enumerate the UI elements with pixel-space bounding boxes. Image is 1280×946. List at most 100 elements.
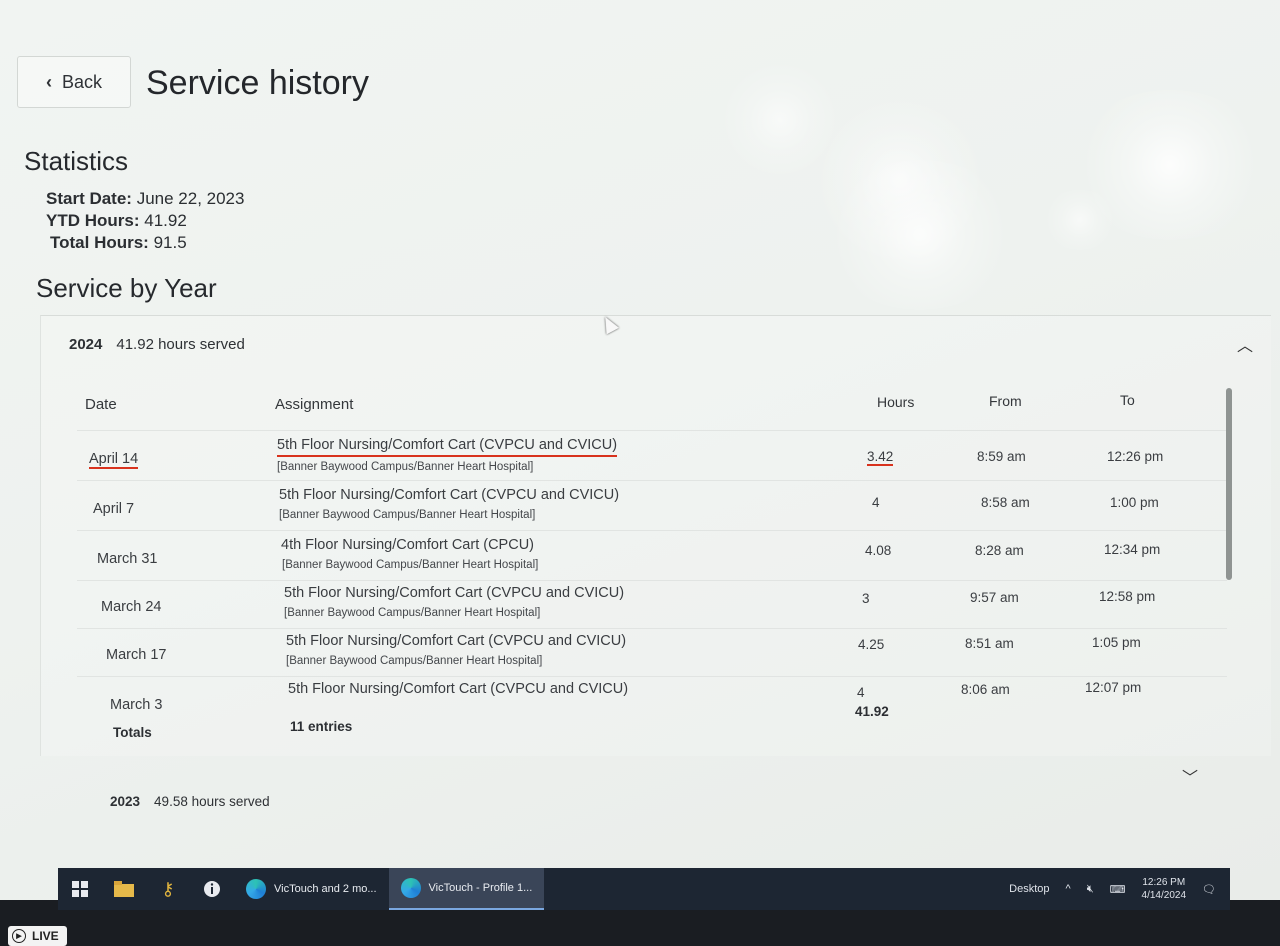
row-hours: 4 [857, 685, 865, 700]
chevron-left-icon: ‹ [45, 71, 52, 92]
info-icon[interactable] [190, 868, 234, 910]
row-to: 1:05 pm [1092, 635, 1141, 650]
row-from: 8:51 am [965, 636, 1014, 651]
column-header-hours[interactable]: Hours [877, 394, 914, 410]
row-hours: 3.42 [867, 449, 894, 466]
year-summary: 49.58 hours served [154, 794, 270, 809]
row-hours: 4.08 [865, 543, 892, 558]
chevron-up-icon[interactable]: ^ [1066, 883, 1071, 895]
column-header-assignment[interactable]: Assignment [275, 396, 353, 413]
table-row[interactable]: April 14 5th Floor Nursing/Comfort Cart … [77, 430, 1227, 479]
speaker-muted-icon[interactable]: 🔇︎ [1087, 883, 1094, 896]
desktop-toolbar-label[interactable]: Desktop [1009, 883, 1049, 895]
row-assignment: 5th Floor Nursing/Comfort Cart (CVPCU an… [288, 681, 629, 697]
clock-time: 12:26 PM [1142, 877, 1186, 888]
row-assignment: 4th Floor Nursing/Comfort Cart (CPCU) [281, 537, 534, 553]
screen-glare [810, 100, 990, 260]
column-header-to[interactable]: To [1120, 392, 1135, 408]
row-assignment: 5th Floor Nursing/Comfort Cart (CVPCU an… [284, 585, 625, 601]
total-hours-label: Total Hours: [50, 233, 149, 252]
live-play-icon: ▶ [12, 929, 26, 943]
taskbar-app-label: VicTouch and 2 mo... [274, 883, 377, 895]
row-hours: 3 [862, 591, 870, 606]
row-from: 9:57 am [970, 590, 1019, 605]
row-to: 12:58 pm [1099, 589, 1156, 604]
chevron-up-icon[interactable]: ︿ [1237, 332, 1253, 356]
app-screen: ‹ Back Service history Statistics Start … [0, 0, 1280, 900]
page-title: Service history [146, 64, 369, 102]
row-from: 8:59 am [977, 449, 1026, 464]
row-date: April 14 [89, 451, 139, 469]
start-date-label: Start Date: [46, 189, 132, 208]
screen-glare [1040, 190, 1120, 250]
taskbar-app-victouch-profile[interactable]: VicTouch - Profile 1... [388, 868, 545, 910]
totals-label: Totals [113, 725, 152, 740]
row-date: March 24 [101, 599, 162, 615]
row-date: March 3 [110, 697, 163, 713]
table-row[interactable]: March 17 5th Floor Nursing/Comfort Cart … [77, 628, 1227, 677]
row-location: [Banner Baywood Campus/Banner Heart Hosp… [282, 559, 539, 571]
key-icon[interactable]: ⚷ [146, 868, 190, 910]
table-row[interactable]: April 7 5th Floor Nursing/Comfort Cart (… [77, 480, 1227, 529]
table-row[interactable]: March 24 5th Floor Nursing/Comfort Cart … [77, 580, 1227, 629]
row-date: March 31 [97, 551, 158, 567]
clock-date: 4/14/2024 [1141, 890, 1187, 901]
screen-glare [720, 60, 840, 180]
year-label: 2024 [69, 336, 103, 353]
year-header-2024[interactable]: 2024 41.92 hours served [69, 336, 245, 353]
column-header-date[interactable]: Date [85, 396, 117, 413]
statistics-block: Start Date: June 22, 2023 YTD Hours: 41.… [46, 188, 244, 254]
statistics-heading: Statistics [24, 146, 129, 176]
windows-start-icon[interactable] [58, 868, 102, 910]
edge-browser-icon [400, 878, 421, 898]
row-from: 8:28 am [975, 543, 1024, 558]
file-explorer-icon[interactable] [102, 868, 146, 910]
year-label: 2023 [110, 794, 141, 809]
year-header-2023[interactable]: 2023 49.58 hours served [110, 794, 270, 809]
row-assignment: 5th Floor Nursing/Comfort Cart (CVPCU an… [279, 487, 620, 503]
totals-entries: 11 entries [290, 719, 353, 734]
row-hours: 4 [872, 495, 880, 510]
year-panel-2024: 2024 41.92 hours served ︿ Date Assignment… [40, 315, 1271, 756]
total-hours-value: 91.5 [153, 233, 187, 252]
start-date-line: Start Date: June 22, 2023 [46, 188, 244, 210]
notifications-icon[interactable]: 🗨︎ [1202, 883, 1216, 896]
taskbar: ⚷ VicTouch and 2 mo... VicTouch - Profil… [58, 868, 1230, 910]
ytd-hours-line: YTD Hours: 41.92 [46, 210, 244, 232]
system-clock[interactable]: 12:26 PM 4/14/2024 [1142, 876, 1187, 902]
row-date: April 7 [93, 501, 135, 517]
back-button-label: Back [61, 71, 103, 92]
row-to: 12:07 pm [1085, 680, 1142, 695]
row-date: March 17 [106, 647, 167, 663]
taskbar-app-victouch[interactable]: VicTouch and 2 mo... [234, 868, 389, 910]
row-assignment: 5th Floor Nursing/Comfort Cart (CVPCU an… [286, 633, 627, 649]
row-to: 12:26 pm [1107, 449, 1164, 464]
table-row[interactable]: March 3 5th Floor Nursing/Comfort Cart (… [77, 676, 1227, 713]
taskbar-app-label: VicTouch - Profile 1... [428, 882, 533, 894]
live-photo-badge: ▶ LIVE [8, 926, 67, 946]
screen-glare [820, 160, 1020, 310]
row-from: 8:58 am [981, 495, 1030, 510]
row-assignment: 5th Floor Nursing/Comfort Cart (CVPCU an… [277, 437, 618, 457]
table-row[interactable]: March 31 4th Floor Nursing/Comfort Cart … [77, 530, 1227, 579]
row-to: 12:34 pm [1104, 542, 1161, 557]
start-date-value: June 22, 2023 [136, 189, 245, 208]
screen-glare [1070, 90, 1270, 240]
table-scrollbar[interactable] [1226, 388, 1232, 580]
row-from: 8:06 am [961, 682, 1010, 697]
ytd-hours-label: YTD Hours: [46, 211, 140, 230]
row-location: [Banner Baywood Campus/Banner Heart Hosp… [284, 607, 541, 619]
back-button[interactable]: ‹ Back [17, 56, 131, 108]
row-location: [Banner Baywood Campus/Banner Heart Hosp… [277, 461, 534, 473]
row-location: [Banner Baywood Campus/Banner Heart Hosp… [279, 509, 536, 521]
ytd-hours-value: 41.92 [144, 211, 187, 230]
live-badge-label: LIVE [32, 929, 59, 943]
keyboard-icon[interactable]: ⌨︎ [1110, 883, 1126, 896]
row-to: 1:00 pm [1110, 495, 1159, 510]
total-hours-line: Total Hours: 91.5 [46, 232, 244, 254]
row-location: [Banner Baywood Campus/Banner Heart Hosp… [286, 655, 543, 667]
chevron-down-icon[interactable]: ﹀ [1182, 764, 1198, 788]
column-header-from[interactable]: From [989, 393, 1022, 409]
year-summary: 41.92 hours served [116, 336, 245, 353]
system-tray: Desktop ^ 🔇︎ ⌨︎ 12:26 PM 4/14/2024 🗨︎ [1009, 876, 1230, 902]
